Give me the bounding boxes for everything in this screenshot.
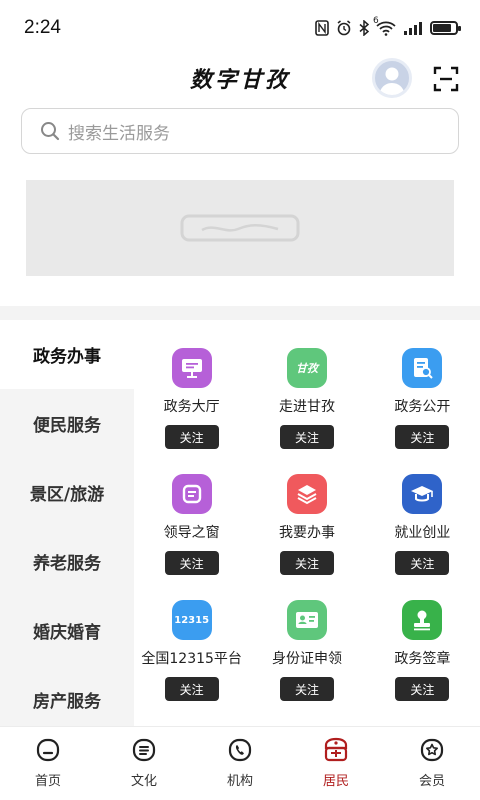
layers-icon (286, 474, 327, 514)
follow-button[interactable]: 关注 (164, 551, 219, 575)
status-time: 2:24 (24, 17, 61, 38)
wifi-icon: 6 (373, 16, 396, 36)
nfc-icon (315, 20, 329, 36)
member-star-icon (418, 736, 446, 764)
follow-button[interactable]: 关注 (164, 677, 219, 701)
category-item-elderly-care[interactable]: 养老服务 (0, 527, 134, 596)
id-card-icon (286, 600, 327, 640)
bottom-tab-bar: 首页 文化 机构 居民 会员 (0, 726, 480, 800)
service-card-12315-platform[interactable]: 12315 全国12315平台 关注 (134, 600, 249, 726)
service-name: 政务大厅 (163, 399, 220, 415)
tab-label: 文化 (130, 774, 157, 789)
search-input[interactable]: 搜索生活服务 (21, 108, 459, 154)
tab-residents[interactable]: 居民 (288, 727, 384, 800)
follow-button[interactable]: 关注 (395, 425, 450, 449)
service-card-id-card[interactable]: 身份证申领 关注 (249, 600, 364, 726)
home-icon (34, 736, 62, 764)
service-name: 走进甘孜 (278, 399, 335, 415)
category-label: 政务办事 (33, 347, 101, 367)
service-card-public-affairs[interactable]: 政务公开 关注 (365, 348, 480, 474)
graduation-cap-icon (402, 474, 443, 514)
category-label: 便民服务 (33, 416, 101, 436)
service-name: 领导之窗 (163, 525, 220, 541)
category-item-convenience[interactable]: 便民服务 (0, 389, 134, 458)
status-bar: 2:24 6 (0, 0, 480, 56)
category-label: 房产服务 (33, 692, 101, 712)
image-placeholder-icon (180, 214, 300, 242)
service-name: 就业创业 (394, 525, 451, 541)
banner-carousel[interactable] (26, 180, 454, 276)
follow-button[interactable]: 关注 (395, 551, 450, 575)
tab-label: 机构 (226, 774, 253, 789)
follow-button[interactable]: 关注 (395, 677, 450, 701)
category-item-tourism[interactable]: 景区/旅游 (0, 458, 134, 527)
category-item-real-estate[interactable]: 房产服务 (0, 665, 134, 734)
signal-icon (403, 21, 423, 35)
follow-button[interactable]: 关注 (164, 425, 219, 449)
category-item-marriage[interactable]: 婚庆婚育 (0, 596, 134, 665)
service-card-government-hall[interactable]: 政务大厅 关注 (134, 348, 249, 474)
follow-button[interactable]: 关注 (279, 551, 334, 575)
tab-culture[interactable]: 文化 (96, 727, 192, 800)
ganzi-logo-icon: 甘孜 (286, 348, 327, 388)
monitor-icon (171, 348, 212, 388)
service-card-handle-affairs[interactable]: 我要办事 关注 (249, 474, 364, 600)
service-name: 全国12315平台 (141, 651, 242, 667)
category-label: 景区/旅游 (29, 485, 105, 505)
document-search-icon (402, 348, 443, 388)
scan-button[interactable] (433, 66, 459, 92)
user-icon (379, 67, 405, 95)
search-placeholder: 搜索生活服务 (68, 123, 170, 144)
complaint-12315-icon: 12315 (171, 600, 212, 640)
service-name: 身份证申领 (271, 651, 342, 667)
service-name: 政务公开 (394, 399, 451, 415)
network-type-label: 6 (373, 16, 379, 26)
tab-home[interactable]: 首页 (0, 727, 96, 800)
follow-button[interactable]: 关注 (279, 677, 334, 701)
service-card-e-seal[interactable]: 政务签章 关注 (365, 600, 480, 726)
scan-icon (433, 66, 459, 92)
follow-button[interactable]: 关注 (279, 425, 334, 449)
service-grid: 政务大厅 关注 甘孜 走进甘孜 关注 政务公开 关注 领导之窗 关注 我要办事 … (134, 320, 480, 726)
tab-label: 居民 (322, 774, 349, 789)
service-name: 政务签章 (394, 651, 451, 667)
alarm-icon (336, 20, 352, 36)
avatar[interactable] (372, 58, 412, 98)
category-sidebar: 政务办事 便民服务 景区/旅游 养老服务 婚庆婚育 房产服务 (0, 320, 134, 726)
battery-icon (430, 21, 461, 35)
tab-label: 会员 (418, 774, 445, 789)
service-card-leaders-window[interactable]: 领导之窗 关注 (134, 474, 249, 600)
stamp-icon (402, 600, 443, 640)
tab-label: 首页 (34, 774, 61, 789)
service-name: 我要办事 (278, 525, 335, 541)
section-divider (0, 306, 480, 320)
category-label: 婚庆婚育 (33, 623, 101, 643)
category-item-government[interactable]: 政务办事 (0, 320, 134, 389)
category-label: 养老服务 (33, 554, 101, 574)
phone-icon (226, 736, 254, 764)
search-icon (41, 122, 60, 141)
service-card-employment[interactable]: 就业创业 关注 (365, 474, 480, 600)
status-icons: 6 (315, 16, 461, 36)
app-header: 数字甘孜 (0, 56, 480, 100)
bluetooth-icon (359, 20, 369, 36)
window-icon (171, 474, 212, 514)
culture-icon (130, 736, 158, 764)
service-card-visit-ganzi[interactable]: 甘孜 走进甘孜 关注 (249, 348, 364, 474)
tab-institutions[interactable]: 机构 (192, 727, 288, 800)
tab-members[interactable]: 会员 (384, 727, 480, 800)
resident-icon (322, 736, 350, 764)
